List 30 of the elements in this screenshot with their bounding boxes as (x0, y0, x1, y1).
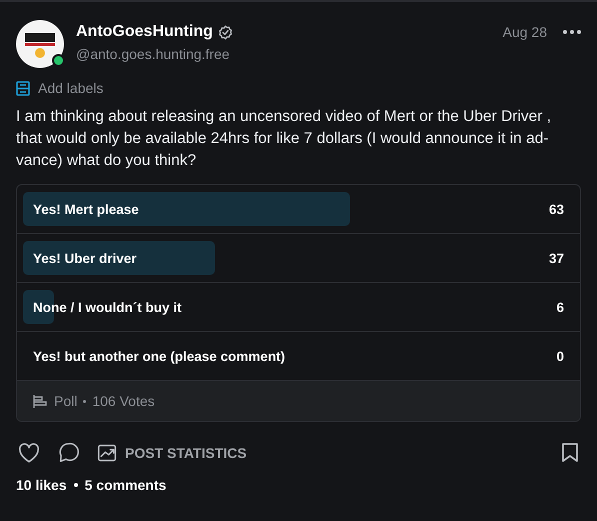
bookmark-icon[interactable] (561, 442, 579, 463)
option-label: Yes! but another one (please comment) (33, 348, 286, 364)
comment-icon[interactable] (58, 442, 79, 463)
option-label: Yes! Uber driver (33, 250, 137, 266)
poll-label: Poll (54, 393, 78, 409)
add-labels-link[interactable]: Add labels (38, 80, 104, 96)
poll-option[interactable]: None / I wouldn´t buy it 6 (17, 283, 580, 332)
option-label: Yes! Mert please (33, 202, 139, 216)
vote-count: 0 (556, 348, 564, 364)
poll-option[interactable]: Yes! Uber driver 37 (17, 234, 580, 283)
author-handle: @anto.goes.hunting.free (76, 46, 231, 62)
comments-count[interactable]: 5 comments (84, 477, 166, 493)
separator-dot (74, 483, 78, 487)
vote-count: 6 (556, 300, 564, 314)
post-date: Aug 28 (502, 24, 547, 40)
vote-total: 106 Votes (92, 393, 155, 409)
chart-icon (97, 442, 117, 462)
poll-icon (33, 394, 48, 408)
more-options-icon[interactable] (563, 30, 581, 34)
poll-option[interactable]: Yes! Mert please 63 (17, 185, 580, 234)
like-icon[interactable] (18, 442, 40, 462)
likes-count[interactable]: 10 likes (16, 477, 67, 493)
post-statistics-button[interactable]: POST STATISTICS (97, 442, 247, 462)
vote-count: 63 (548, 202, 564, 216)
label-icon (16, 80, 30, 96)
post-text: I am thinking about releasing an uncensored video of Mert or the Uber Driver , that would only be available 24hrs for like 7 dollars (I would announce it in ad-vance) what do you think? (16, 107, 552, 171)
author-name: AntoGoesHunting (76, 23, 213, 41)
separator-dot (83, 400, 86, 402)
vote-count: 37 (548, 250, 564, 266)
option-label: None / I wouldn´t buy it (33, 300, 182, 314)
